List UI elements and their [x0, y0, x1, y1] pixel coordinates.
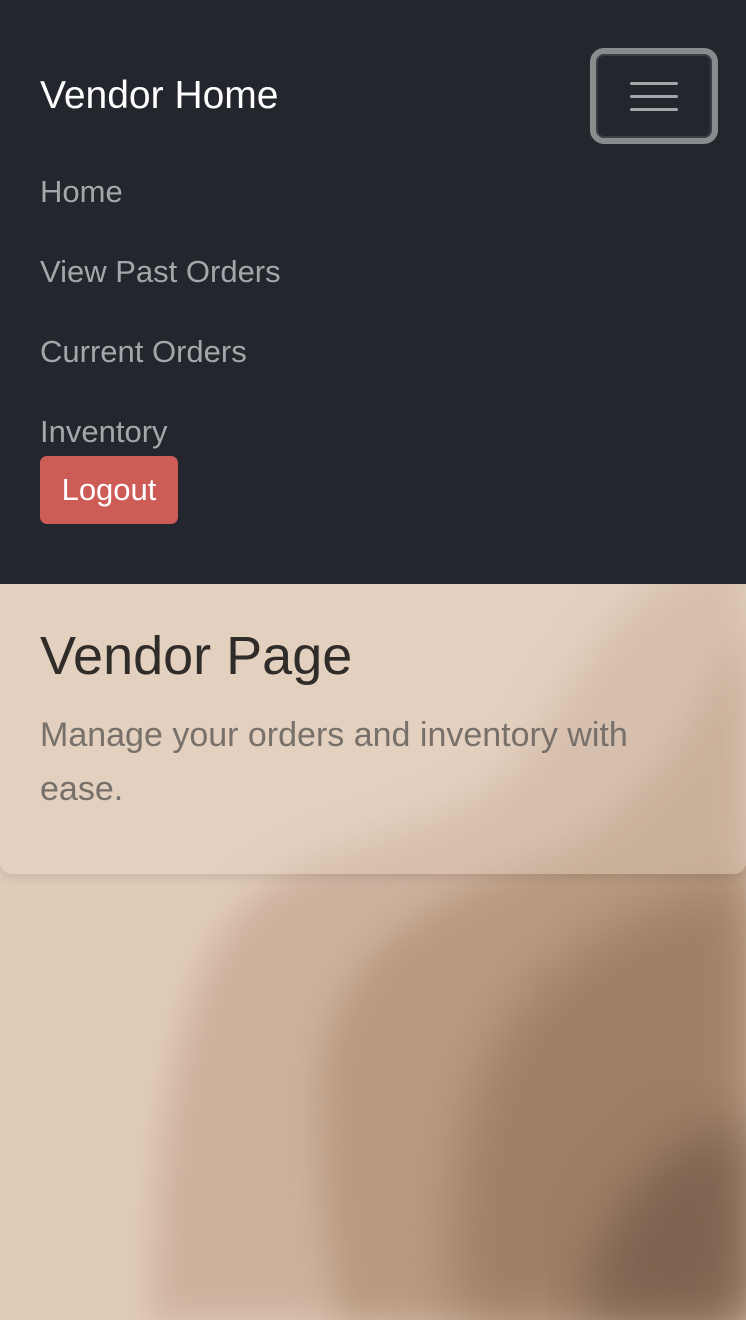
nav-link-inventory[interactable]: Inventory [40, 408, 168, 456]
nav-item-home: Home [40, 152, 281, 232]
hero-card: Vendor Page Manage your orders and inven… [0, 584, 746, 874]
page-subtitle: Manage your orders and inventory with ea… [40, 716, 628, 808]
nav-link-home[interactable]: Home [40, 168, 123, 216]
nav-item-past-orders: View Past Orders [40, 232, 281, 312]
nav-link-current-orders[interactable]: Current Orders [40, 328, 247, 376]
page-title: Vendor Page [40, 626, 353, 686]
navbar: Vendor Home Home View Past Orders Curren… [0, 0, 746, 584]
navbar-brand[interactable]: Vendor Home [40, 74, 278, 118]
nav-item-current-orders: Current Orders [40, 312, 281, 392]
nav-link-past-orders[interactable]: View Past Orders [40, 248, 281, 296]
hamburger-bar [630, 108, 678, 111]
navbar-toggler-button[interactable] [590, 48, 718, 144]
logout-button[interactable]: Logout [40, 456, 178, 524]
nav-links: Home View Past Orders Current Orders Inv… [40, 152, 281, 472]
hamburger-bar [630, 95, 678, 98]
hamburger-menu-icon [630, 78, 678, 114]
hamburger-bar [630, 82, 678, 85]
